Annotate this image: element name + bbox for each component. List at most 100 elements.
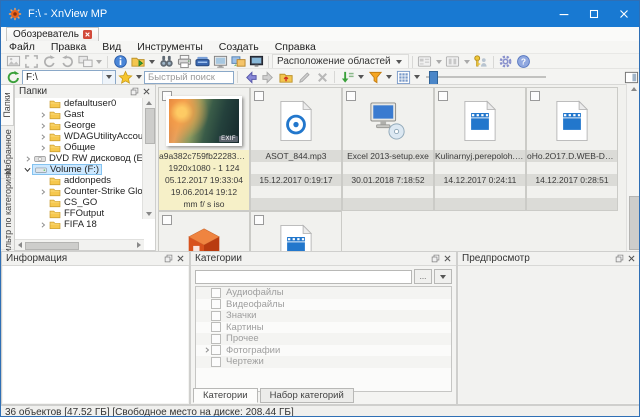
file-item[interactable]: EXIF a9a382c759fb222832f68b2d...1920x1080… (158, 87, 250, 211)
sort-dropdown-icon[interactable] (358, 75, 364, 79)
tab-browser[interactable]: Обозреватель (6, 27, 99, 41)
float-panel-icon[interactable] (615, 254, 624, 263)
category-browse-button[interactable]: ... (414, 269, 432, 284)
convert-dropdown-icon[interactable] (96, 59, 102, 64)
file-item[interactable]: ASOT_844.mp3 15.12.2017 0:19:17 (250, 87, 342, 211)
float-panel-icon[interactable] (431, 254, 440, 263)
back-icon[interactable] (241, 70, 259, 85)
tree-item[interactable]: Gast (15, 109, 144, 120)
category-checkbox[interactable] (211, 322, 221, 333)
browse-dropdown-icon[interactable] (149, 59, 155, 64)
minimize-button[interactable] (549, 1, 579, 27)
sort-icon[interactable] (338, 70, 356, 85)
panel-toggle-icon[interactable] (622, 70, 639, 85)
slideshow-icon[interactable] (247, 54, 265, 69)
category-item[interactable]: Прочее (196, 333, 451, 345)
tree-item[interactable]: Общие (15, 142, 144, 153)
category-item[interactable]: Чертежи (196, 356, 451, 368)
filter-funnel-icon[interactable] (366, 70, 384, 85)
expander-open-icon[interactable] (23, 166, 32, 173)
quick-search-input[interactable] (144, 70, 234, 84)
settings-gear-icon[interactable] (497, 54, 515, 69)
forward-icon[interactable] (259, 70, 277, 85)
expander-closed-icon[interactable] (23, 155, 32, 162)
delete-icon[interactable] (313, 70, 331, 85)
category-checkbox[interactable] (211, 356, 221, 367)
slider-thumb[interactable] (429, 71, 438, 85)
category-checkbox[interactable] (211, 345, 221, 356)
rotate-left-icon[interactable] (40, 54, 58, 69)
favorites-dropdown-icon[interactable] (136, 75, 142, 79)
expander-closed-icon[interactable] (38, 221, 47, 228)
file-item[interactable]: Kulinarnyj.perepoloh.2017.P... 14.12.2017… (434, 87, 526, 211)
tab-close-icon[interactable] (82, 30, 92, 39)
close-panel-icon[interactable] (176, 254, 185, 263)
category-checkbox[interactable] (211, 333, 221, 344)
tree-item[interactable]: DVD RW дисковод (E:) (15, 153, 144, 164)
thumbnail-settings-dropdown-icon[interactable] (435, 59, 442, 64)
expander-closed-icon[interactable] (202, 347, 211, 353)
category-checkbox[interactable] (211, 310, 221, 321)
file-item[interactable]: oHo.2O17.D.WEB-DL.720p... 14.12.2017 0:28… (526, 87, 618, 211)
float-panel-icon[interactable] (130, 87, 139, 96)
refresh-icon[interactable] (4, 70, 22, 85)
tree-item[interactable]: George (15, 120, 144, 131)
menu-item-2[interactable]: Вид (94, 41, 129, 53)
expander-closed-icon[interactable] (38, 122, 47, 129)
tree-vertical-scrollbar[interactable] (142, 98, 155, 219)
file-item[interactable]: Excel 2013-setup.exe 30.01.2018 7:18:52 (342, 87, 434, 211)
expander-closed-icon[interactable] (38, 188, 47, 195)
fit-mode-icon[interactable] (444, 54, 462, 69)
menu-item-0[interactable]: Файл (1, 41, 43, 53)
expander-closed-icon[interactable] (38, 111, 47, 118)
convert-icon[interactable] (76, 54, 94, 69)
menu-item-1[interactable]: Правка (43, 41, 94, 53)
side-tab-0[interactable]: Папки (1, 84, 14, 126)
close-panel-icon[interactable] (443, 254, 452, 263)
grid-view-dropdown-icon[interactable] (414, 75, 420, 79)
tree-item[interactable]: WDAGUtilityAccount (15, 131, 144, 142)
thumbnail-size-slider[interactable] (426, 70, 546, 85)
tab-category-sets[interactable]: Набор категорий (259, 388, 354, 403)
expander-closed-icon[interactable] (38, 133, 47, 140)
scan-icon[interactable] (193, 54, 211, 69)
info-icon[interactable] (111, 54, 129, 69)
menu-item-5[interactable]: Справка (267, 41, 324, 53)
tree-item[interactable]: Counter-Strike Global Of (15, 186, 144, 197)
browser-vertical-scrollbar[interactable] (626, 84, 639, 251)
file-item[interactable] (250, 211, 342, 252)
folder-up-icon[interactable] (277, 70, 295, 85)
tree-item[interactable]: FIFA 18 (15, 219, 144, 229)
close-button[interactable] (609, 1, 639, 27)
category-checkbox[interactable] (211, 287, 221, 298)
address-dropdown-icon[interactable] (102, 70, 115, 84)
tree-item[interactable]: addonpeds (15, 175, 144, 186)
maximize-button[interactable] (579, 1, 609, 27)
category-item[interactable]: Значки (196, 310, 451, 322)
tree-item[interactable]: FFOutput (15, 208, 144, 219)
float-panel-icon[interactable] (164, 254, 173, 263)
fullscreen-icon[interactable] (22, 54, 40, 69)
close-panel-icon[interactable] (142, 87, 151, 96)
capture-screen-icon[interactable] (211, 54, 229, 69)
fit-mode-dropdown-icon[interactable] (463, 59, 470, 64)
help-icon[interactable]: ? (515, 54, 533, 69)
category-checkbox[interactable] (211, 299, 221, 310)
browse-folder-icon[interactable] (129, 54, 147, 69)
tab-categories[interactable]: Категории (193, 388, 258, 403)
thumbnail-settings-icon[interactable] (416, 54, 434, 69)
print-icon[interactable] (175, 54, 193, 69)
tree-item[interactable]: CS_GO (15, 197, 144, 208)
category-item[interactable]: Видеофайлы (196, 299, 451, 311)
tree-horizontal-scrollbar[interactable] (15, 239, 144, 250)
filter-dropdown-icon[interactable] (386, 75, 392, 79)
compare-images-icon[interactable] (229, 54, 247, 69)
category-dropdown-button[interactable] (434, 269, 452, 284)
category-item[interactable]: Картины (196, 322, 451, 334)
edit-icon[interactable] (295, 70, 313, 85)
favorites-star-icon[interactable] (116, 70, 134, 85)
menu-item-3[interactable]: Инструменты (129, 41, 210, 53)
menu-item-4[interactable]: Создать (211, 41, 267, 53)
address-combo[interactable]: F:\ (22, 69, 116, 85)
tree-item[interactable]: Volume (F:) (15, 164, 144, 175)
